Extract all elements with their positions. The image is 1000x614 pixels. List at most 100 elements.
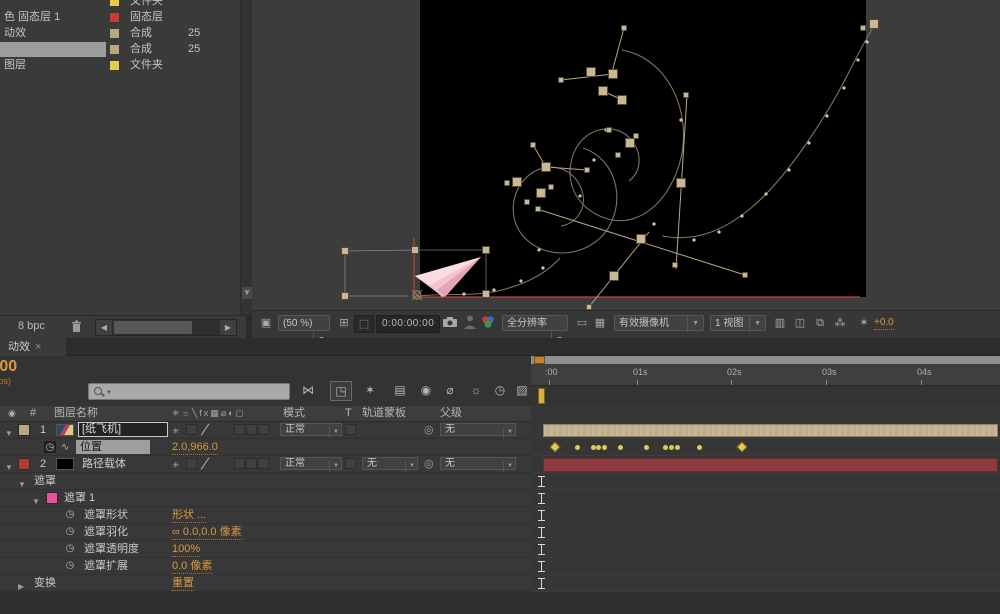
- label-color-swatch[interactable]: [110, 29, 119, 38]
- property-name[interactable]: 遮罩羽化: [84, 524, 128, 540]
- property-name[interactable]: 遮罩形状: [84, 507, 128, 523]
- comp-mini-flowchart-icon[interactable]: ⋈: [298, 381, 318, 399]
- search-options-icon[interactable]: ▼: [106, 390, 112, 396]
- project-row[interactable]: 动效 合成 25: [0, 25, 240, 41]
- show-snapshot-icon[interactable]: [464, 315, 476, 329]
- velocity-graph-icon[interactable]: ∿: [61, 440, 69, 456]
- stopwatch-icon[interactable]: ◷: [44, 441, 56, 453]
- timeline-tab[interactable]: 动效 ×: [0, 338, 66, 356]
- effects-switch[interactable]: [234, 424, 245, 435]
- property-value[interactable]: ∞ 0.0,0.0 像素: [172, 525, 242, 540]
- viewer-timecode[interactable]: 0:00:00:00: [376, 315, 441, 333]
- blend-mode-dropdown[interactable]: 正常 ▼: [280, 457, 342, 472]
- project-row[interactable]: 图层 文件夹: [0, 57, 240, 73]
- target-region-icon[interactable]: ▭: [574, 315, 590, 331]
- stopwatch-icon[interactable]: ◷: [64, 509, 76, 521]
- layer-label-swatch[interactable]: [18, 458, 30, 470]
- live-update-icon[interactable]: ◳: [330, 381, 352, 401]
- property-name[interactable]: 遮罩扩展: [84, 558, 128, 574]
- collapse-switch[interactable]: [186, 424, 197, 435]
- preserve-transparency-checkbox[interactable]: [345, 458, 356, 469]
- layer-duration-bar[interactable]: [543, 458, 998, 472]
- shy-switch-icon[interactable]: ✳: [172, 423, 180, 439]
- parent-dropdown[interactable]: 无 ▼: [440, 457, 516, 472]
- collapse-switch[interactable]: [186, 458, 197, 469]
- keyframe-dot[interactable]: [663, 445, 668, 450]
- exposure-icon[interactable]: ✶: [856, 315, 872, 331]
- frame-blend-icon[interactable]: ◉: [416, 381, 436, 399]
- project-row[interactable]: 色 固态层 1 固态层: [0, 9, 240, 25]
- stereo-view-icon[interactable]: ⧉: [812, 315, 828, 331]
- graph-editor-icon[interactable]: ▨: [512, 381, 532, 399]
- label-color-swatch[interactable]: [110, 61, 119, 70]
- keyframe-dot[interactable]: [675, 445, 680, 450]
- label-color-swatch[interactable]: [110, 13, 119, 22]
- keyframe-dot[interactable]: [602, 445, 607, 450]
- effects-switch[interactable]: [234, 458, 245, 469]
- property-value[interactable]: 100%: [172, 542, 201, 557]
- stopwatch-icon[interactable]: ◷: [64, 526, 76, 538]
- stopwatch-icon[interactable]: ◷: [64, 560, 76, 572]
- keyframe-dot[interactable]: [575, 445, 580, 450]
- primary-view-icon[interactable]: ◫: [792, 315, 808, 331]
- project-horizontal-scrollbar[interactable]: ◀ ▶: [95, 319, 237, 336]
- project-row[interactable]: 合成 25: [0, 41, 240, 57]
- label-color-swatch[interactable]: [110, 45, 119, 54]
- frame-blend-switch[interactable]: [246, 458, 257, 469]
- brainstorm-icon[interactable]: ☼: [466, 381, 486, 399]
- view-count-dropdown[interactable]: 1 视图 ▼: [710, 315, 766, 332]
- region-of-interest-icon[interactable]: ⬚: [354, 315, 374, 333]
- bit-depth-button[interactable]: 8 bpc: [18, 320, 45, 332]
- channels-rgb-icon[interactable]: [480, 315, 496, 329]
- keyframe-dot[interactable]: [596, 445, 601, 450]
- scrollbar-down-arrow-icon[interactable]: ▼: [242, 287, 252, 299]
- hide-shy-icon[interactable]: ▤: [390, 381, 410, 399]
- keyframe-diamond-icon[interactable]: [549, 441, 561, 453]
- motion-blur-switch[interactable]: [258, 458, 269, 469]
- scrollbar-thumb[interactable]: [114, 321, 192, 334]
- snapshot-camera-icon[interactable]: [442, 315, 458, 329]
- time-navigator-bar[interactable]: [531, 356, 1000, 364]
- property-value[interactable]: 0.0 像素: [172, 559, 213, 574]
- resolution-dropdown[interactable]: 全分辨率▼: [502, 315, 568, 348]
- layer-label-swatch[interactable]: [18, 424, 30, 436]
- timeline-search-input[interactable]: ▼: [88, 383, 290, 400]
- blend-mode-dropdown[interactable]: 正常 ▼: [280, 423, 342, 438]
- scroll-left-icon[interactable]: ◀: [96, 320, 112, 335]
- layer-name-input[interactable]: [纸飞机]: [78, 422, 168, 437]
- motion-blur-switch[interactable]: [258, 424, 269, 435]
- shared-view-icon[interactable]: ▥: [772, 315, 788, 331]
- keyframe-dot[interactable]: [644, 445, 649, 450]
- transparency-grid-icon[interactable]: ▦: [592, 315, 608, 331]
- project-row[interactable]: 文件夹: [0, 0, 240, 9]
- group-name[interactable]: 遮罩: [34, 473, 56, 489]
- preserve-transparency-checkbox[interactable]: [345, 424, 356, 435]
- exposure-value[interactable]: +0.0: [874, 315, 894, 330]
- shy-switch-icon[interactable]: ✳: [172, 457, 180, 473]
- tab-close-icon[interactable]: ×: [35, 341, 41, 353]
- navigator-start-handle[interactable]: [534, 356, 545, 364]
- parent-pickwhip-icon[interactable]: ◎: [424, 422, 434, 438]
- parent-dropdown[interactable]: 无 ▼: [440, 423, 516, 438]
- stopwatch-icon[interactable]: ◷: [64, 543, 76, 555]
- view-layout-icon[interactable]: ▣: [258, 315, 274, 331]
- quality-switch-icon[interactable]: ╱: [201, 457, 209, 473]
- frame-blend-switch[interactable]: [246, 424, 257, 435]
- keyframe-dot[interactable]: [697, 445, 702, 450]
- time-ruler[interactable]: :00 01s 02s 03s 04s: [531, 364, 1000, 386]
- mask-color-swatch[interactable]: [46, 492, 58, 504]
- group-name[interactable]: 遮罩 1: [64, 490, 95, 506]
- scroll-right-icon[interactable]: ▶: [220, 320, 236, 335]
- property-name[interactable]: 遮罩透明度: [84, 541, 139, 557]
- work-area-start-handle[interactable]: [538, 388, 545, 404]
- property-name-selected[interactable]: 位置: [76, 440, 150, 454]
- reset-link[interactable]: 重置: [172, 576, 194, 591]
- trash-icon[interactable]: [70, 320, 83, 333]
- property-value[interactable]: 形状 ...: [172, 508, 207, 523]
- parent-pickwhip-icon[interactable]: ◎: [424, 456, 434, 472]
- keyframe-dot[interactable]: [669, 445, 674, 450]
- label-color-swatch[interactable]: [110, 0, 119, 6]
- keyframe-diamond-icon[interactable]: [736, 441, 748, 453]
- magnification-dropdown[interactable]: (50 %)▼: [278, 315, 330, 348]
- active-camera-dropdown[interactable]: 有效摄像机 ▼: [614, 315, 704, 332]
